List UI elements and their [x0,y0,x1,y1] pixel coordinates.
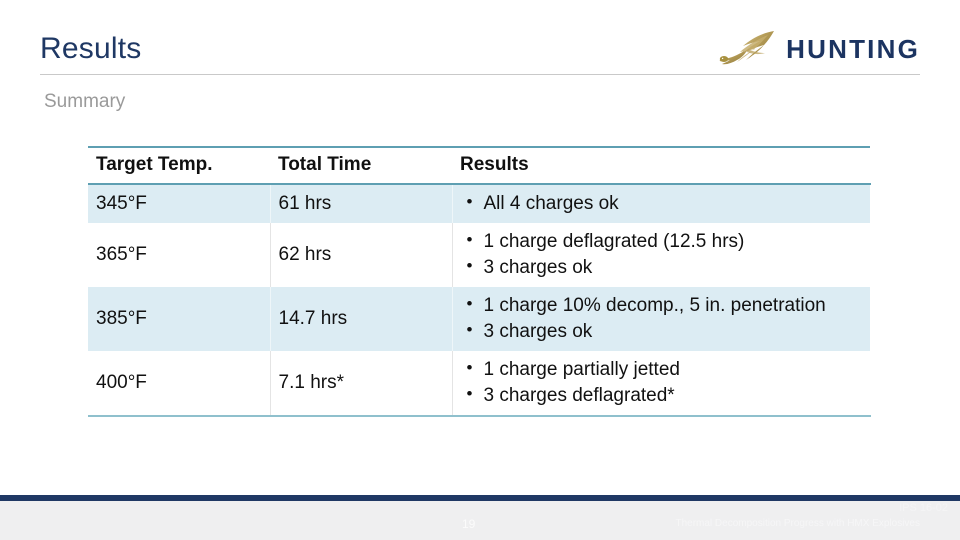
cell-target-temp: 385°F [88,287,271,352]
results-bullet-list: 1 charge partially jetted 3 charges defl… [461,356,870,409]
table-header: Target Temp. Total Time Results [88,146,870,185]
results-bullet-list: 1 charge 10% decomp., 5 in. penetration … [461,292,870,345]
page-number: 19 [462,517,476,531]
result-bullet: 3 charges ok [465,318,870,345]
column-header-results: Results [452,146,870,185]
table-header-row: Target Temp. Total Time Results [88,146,870,185]
result-bullet: 3 charges ok [465,254,870,281]
footer-document-code: IPS 16-02 [899,502,948,514]
results-summary-table: Target Temp. Total Time Results 345°F 61… [88,146,871,418]
cell-results: 1 charge 10% decomp., 5 in. penetration … [452,287,871,352]
cell-target-temp: 365°F [88,223,271,288]
cell-total-time: 7.1 hrs* [270,351,453,418]
cell-results: All 4 charges ok [452,184,871,224]
results-bullet-list: 1 charge deflagrated (12.5 hrs) 3 charge… [461,228,870,281]
results-bullet-list: All 4 charges ok [461,190,870,217]
table-row: 345°F 61 hrs All 4 charges ok [88,184,871,224]
page-subtitle: Summary [44,91,126,112]
column-header-target-temp: Target Temp. [88,146,270,185]
cell-total-time: 14.7 hrs [270,287,453,352]
cell-results: 1 charge deflagrated (12.5 hrs) 3 charge… [452,223,871,288]
footer-caption: Thermal Decomposition Progress with HMX … [675,518,920,529]
table-row: 385°F 14.7 hrs 1 charge 10% decomp., 5 i… [88,287,871,352]
hunting-logo: HUNTING [718,28,920,70]
table-row: 400°F 7.1 hrs* 1 charge partially jetted… [88,351,871,418]
result-bullet: 1 charge deflagrated (12.5 hrs) [465,228,870,255]
table-body: 345°F 61 hrs All 4 charges ok 365°F 62 h… [88,184,871,418]
result-bullet: 1 charge partially jetted [465,356,870,383]
page-title: Results [40,32,142,65]
falcon-bird-icon [719,31,775,65]
title-divider [40,74,920,75]
cell-total-time: 62 hrs [270,223,453,288]
result-bullet: 1 charge 10% decomp., 5 in. penetration [465,292,870,319]
logo-wordmark: HUNTING [786,34,920,64]
table-row: 365°F 62 hrs 1 charge deflagrated (12.5 … [88,223,871,288]
result-bullet: 3 charges deflagrated* [465,382,870,409]
column-header-total-time: Total Time [270,146,452,185]
cell-results: 1 charge partially jetted 3 charges defl… [452,351,871,418]
cell-total-time: 61 hrs [270,184,453,224]
cell-target-temp: 345°F [88,184,271,224]
result-bullet: All 4 charges ok [465,190,870,217]
cell-target-temp: 400°F [88,351,271,418]
